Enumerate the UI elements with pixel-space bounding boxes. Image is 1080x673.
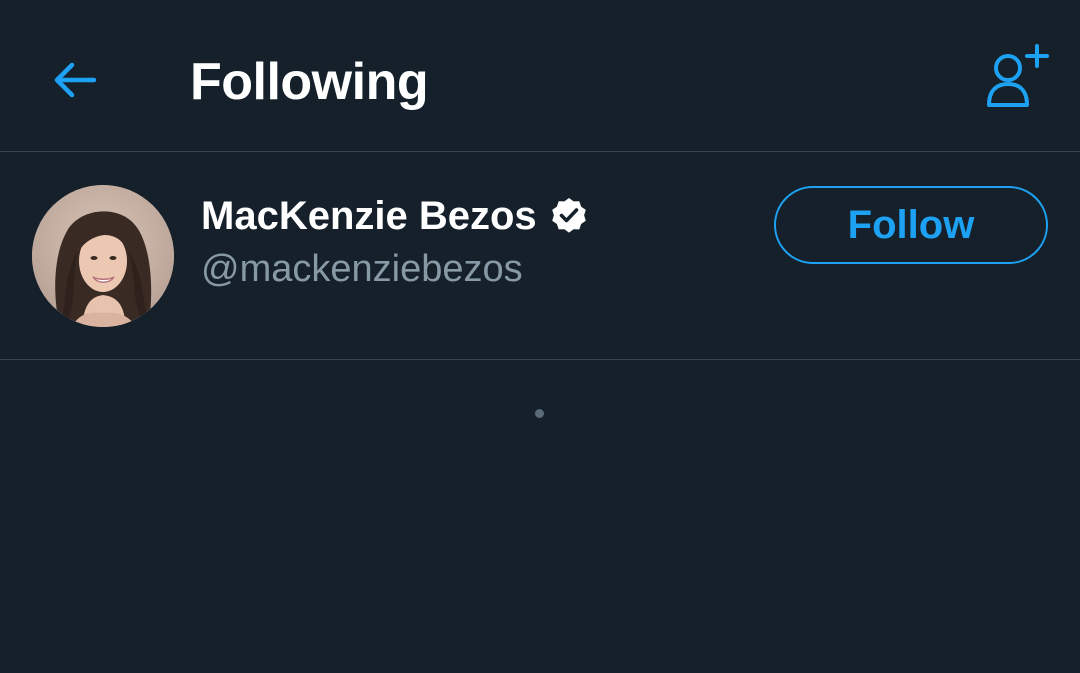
user-list-item[interactable]: MacKenzie Bezos @mackenziebezos Follow (0, 152, 1080, 360)
loading-indicator (535, 409, 544, 418)
add-user-button[interactable] (976, 38, 1056, 118)
back-button[interactable] (40, 46, 108, 114)
follow-button[interactable]: Follow (774, 186, 1048, 264)
arrow-left-icon (54, 62, 97, 98)
page-title: Following (190, 53, 429, 111)
display-name-container: MacKenzie Bezos (201, 192, 589, 240)
user-handle: @mackenziebezos (201, 248, 523, 290)
avatar[interactable] (32, 185, 174, 327)
top-bar: Following (0, 0, 1080, 152)
add-user-icon (987, 44, 1049, 107)
profile-photo (32, 185, 174, 327)
following-screen: Following MacKenzie Bezos @mackenziebezo… (0, 0, 1080, 673)
display-name: MacKenzie Bezos (201, 194, 537, 238)
verified-badge-icon (551, 198, 586, 233)
